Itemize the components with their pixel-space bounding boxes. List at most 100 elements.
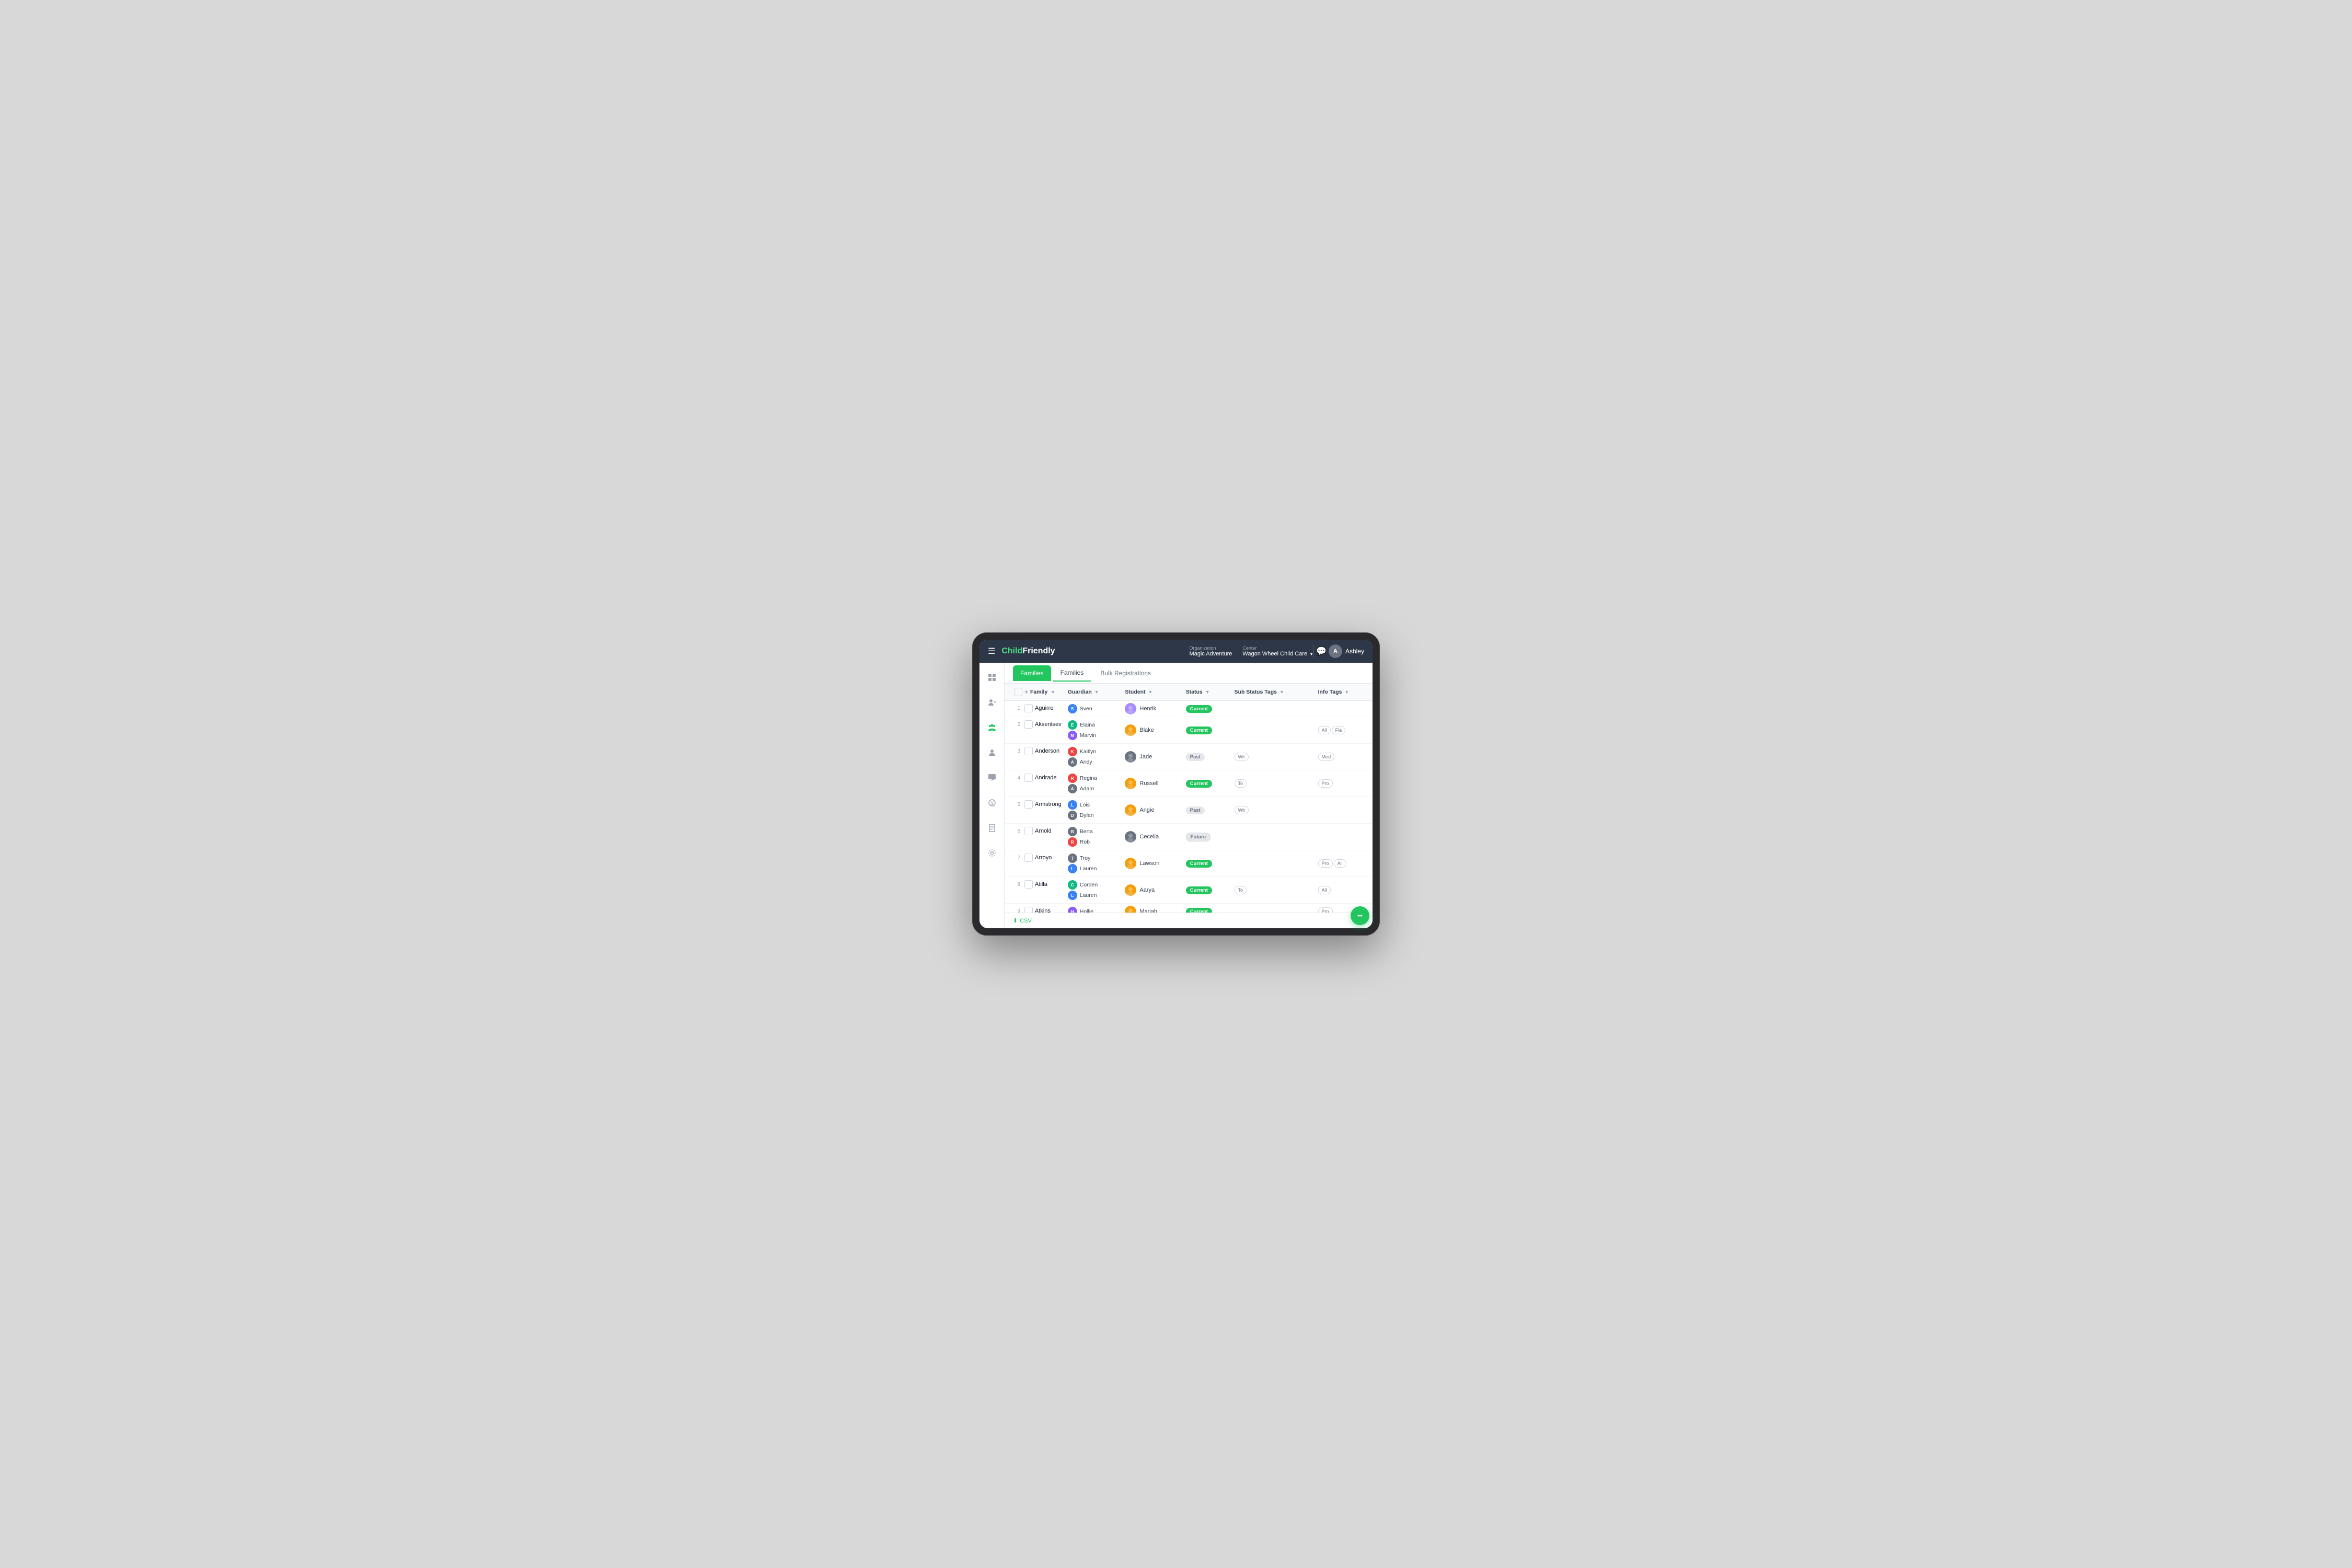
student-cell[interactable]: Mariah	[1122, 904, 1182, 913]
guardian-name: Marvin	[1080, 732, 1097, 739]
sub-status-cell	[1231, 701, 1315, 717]
family-name[interactable]: Aksentsev	[1035, 721, 1062, 728]
tab-families-sub[interactable]: Families	[1053, 665, 1091, 682]
row-checkbox[interactable]	[1024, 880, 1033, 889]
sidebar-item-families[interactable]	[984, 719, 1000, 736]
tab-bulk-registrations[interactable]: Bulk Registrations	[1093, 665, 1158, 681]
guardian-name: Dylan	[1080, 812, 1094, 818]
sidebar-item-settings[interactable]	[984, 845, 1000, 861]
row-number-cell: 9 Atkins	[1005, 904, 1065, 913]
family-name[interactable]: Aguirre	[1035, 705, 1053, 711]
sidebar-item-person-add[interactable]	[984, 694, 1000, 711]
add-row-icon[interactable]: +	[1024, 688, 1028, 696]
table-row[interactable]: 5 Armstrong L Lois D Dylan	[1005, 797, 1373, 824]
guardian-name: Troy	[1080, 855, 1091, 861]
status-badge: Current	[1186, 705, 1212, 713]
table-row[interactable]: 2 Aksentsev E Elaina M Marvin	[1005, 717, 1373, 744]
table-row[interactable]: 3 Anderson K Kaitlyn A Andy	[1005, 744, 1373, 770]
main-area: $ Families Families Bulk Registrations	[979, 663, 1373, 928]
row-checkbox[interactable]	[1024, 774, 1033, 782]
guardian-avatar: M	[1068, 731, 1077, 740]
table-row[interactable]: 4 Andrade R Regina A Adam	[1005, 770, 1373, 797]
student-cell[interactable]: Blake	[1122, 717, 1182, 744]
sidebar-item-documents[interactable]	[984, 820, 1000, 836]
table-row[interactable]: 8 Atilla C Corden L Lauren	[1005, 877, 1373, 904]
user-avatar: A	[1329, 644, 1342, 658]
sidebar-item-people[interactable]	[984, 744, 1000, 761]
info-tag: Fla	[1332, 726, 1346, 734]
guardian-item: S Sven	[1068, 704, 1119, 713]
table-row[interactable]: 6 Arnold B Berta R Rob C	[1005, 824, 1373, 850]
sidebar-item-grid[interactable]	[984, 669, 1000, 686]
guardian-list: L Lois D Dylan	[1068, 800, 1119, 820]
user-menu[interactable]: A Ashley	[1329, 644, 1364, 658]
student-cell[interactable]: Angie	[1122, 797, 1182, 824]
student-cell[interactable]: Henrik	[1122, 701, 1182, 717]
status-filter-icon[interactable]: ▼	[1205, 689, 1210, 695]
family-filter-icon[interactable]: ▼	[1051, 689, 1055, 695]
tab-bar: Families Families Bulk Registrations	[1005, 663, 1373, 684]
guardian-avatar: A	[1068, 784, 1077, 793]
row-checkbox[interactable]	[1024, 704, 1033, 712]
student-cell[interactable]: Aarya	[1122, 877, 1182, 904]
table-row[interactable]: 1 Aguirre S Sven Henrik	[1005, 701, 1373, 717]
table-row[interactable]: 7 Arroyo T Troy L Lauren	[1005, 850, 1373, 877]
content-area: Families Families Bulk Registrations	[1005, 663, 1373, 928]
family-name[interactable]: Andrade	[1035, 775, 1057, 781]
family-name[interactable]: Arnold	[1035, 828, 1052, 834]
row-checkbox[interactable]	[1024, 854, 1033, 862]
user-name: Ashley	[1345, 648, 1364, 655]
student-name: Lawson	[1139, 860, 1159, 867]
guardian-avatar: S	[1068, 704, 1077, 713]
center-value[interactable]: Wagon Wheel Child Care ▼	[1242, 651, 1313, 657]
info-tag: All	[1318, 886, 1331, 894]
guardian-filter-icon[interactable]: ▼	[1094, 689, 1099, 695]
family-name[interactable]: Atkins	[1035, 908, 1051, 913]
guardian-list: H Hollie	[1068, 907, 1119, 913]
hamburger-icon[interactable]: ☰	[988, 646, 995, 656]
csv-export-button[interactable]: ⬇ CSV	[1013, 917, 1032, 924]
family-name[interactable]: Arroyo	[1035, 855, 1052, 861]
guardian-list: T Troy L Lauren	[1068, 854, 1119, 873]
guardian-name: Lauren	[1080, 866, 1097, 872]
student-cell[interactable]: Jade	[1122, 744, 1182, 770]
row-number-cell: 4 Andrade	[1005, 770, 1065, 797]
status-cell: Current	[1183, 904, 1231, 913]
student-cell[interactable]: Lawson	[1122, 850, 1182, 877]
guardian-avatar: R	[1068, 837, 1077, 847]
info-tag: Pro	[1318, 779, 1333, 788]
guardian-item: L Lois	[1068, 800, 1119, 810]
sidebar-item-billing[interactable]: $	[984, 794, 1000, 811]
table-row[interactable]: 9 Atkins H Hollie Mariah	[1005, 904, 1373, 913]
row-checkbox[interactable]	[1024, 907, 1033, 913]
info-tags-cell	[1315, 701, 1373, 717]
sub-status-cell: Wit	[1231, 744, 1315, 770]
student-cell[interactable]: Russell	[1122, 770, 1182, 797]
row-checkbox[interactable]	[1024, 800, 1033, 809]
guardian-item: C Corden	[1068, 880, 1119, 890]
tab-families[interactable]: Families	[1013, 665, 1051, 681]
info-tags-cell: ProAll	[1315, 850, 1373, 877]
messages-icon[interactable]: 💬	[1314, 644, 1329, 659]
sub-status-filter-icon[interactable]: ▼	[1279, 689, 1284, 695]
family-name[interactable]: Armstrong	[1035, 801, 1062, 808]
student-avatar	[1125, 884, 1136, 896]
status-cell: Current	[1183, 770, 1231, 797]
family-name[interactable]: Anderson	[1035, 748, 1059, 754]
family-name[interactable]: Atilla	[1035, 881, 1047, 887]
student-cell[interactable]: Cecelia	[1122, 824, 1182, 850]
sub-status-cell	[1231, 904, 1315, 913]
guardian-cell: H Hollie	[1065, 904, 1122, 913]
row-checkbox[interactable]	[1024, 747, 1033, 755]
sidebar-item-chat[interactable]	[984, 769, 1000, 786]
family-col-header: Family	[1030, 689, 1047, 695]
row-checkbox[interactable]	[1024, 827, 1033, 835]
info-tags-filter-icon[interactable]: ▼	[1344, 689, 1349, 695]
guardian-avatar: E	[1068, 720, 1077, 730]
select-all-checkbox[interactable]	[1014, 688, 1022, 696]
center-block: Center Wagon Wheel Child Care ▼	[1242, 645, 1313, 657]
chat-fab-button[interactable]	[1351, 906, 1369, 925]
row-checkbox[interactable]	[1024, 720, 1033, 729]
student-filter-icon[interactable]: ▼	[1148, 689, 1152, 695]
organization-block: Organization Magic Adventure	[1189, 645, 1232, 657]
